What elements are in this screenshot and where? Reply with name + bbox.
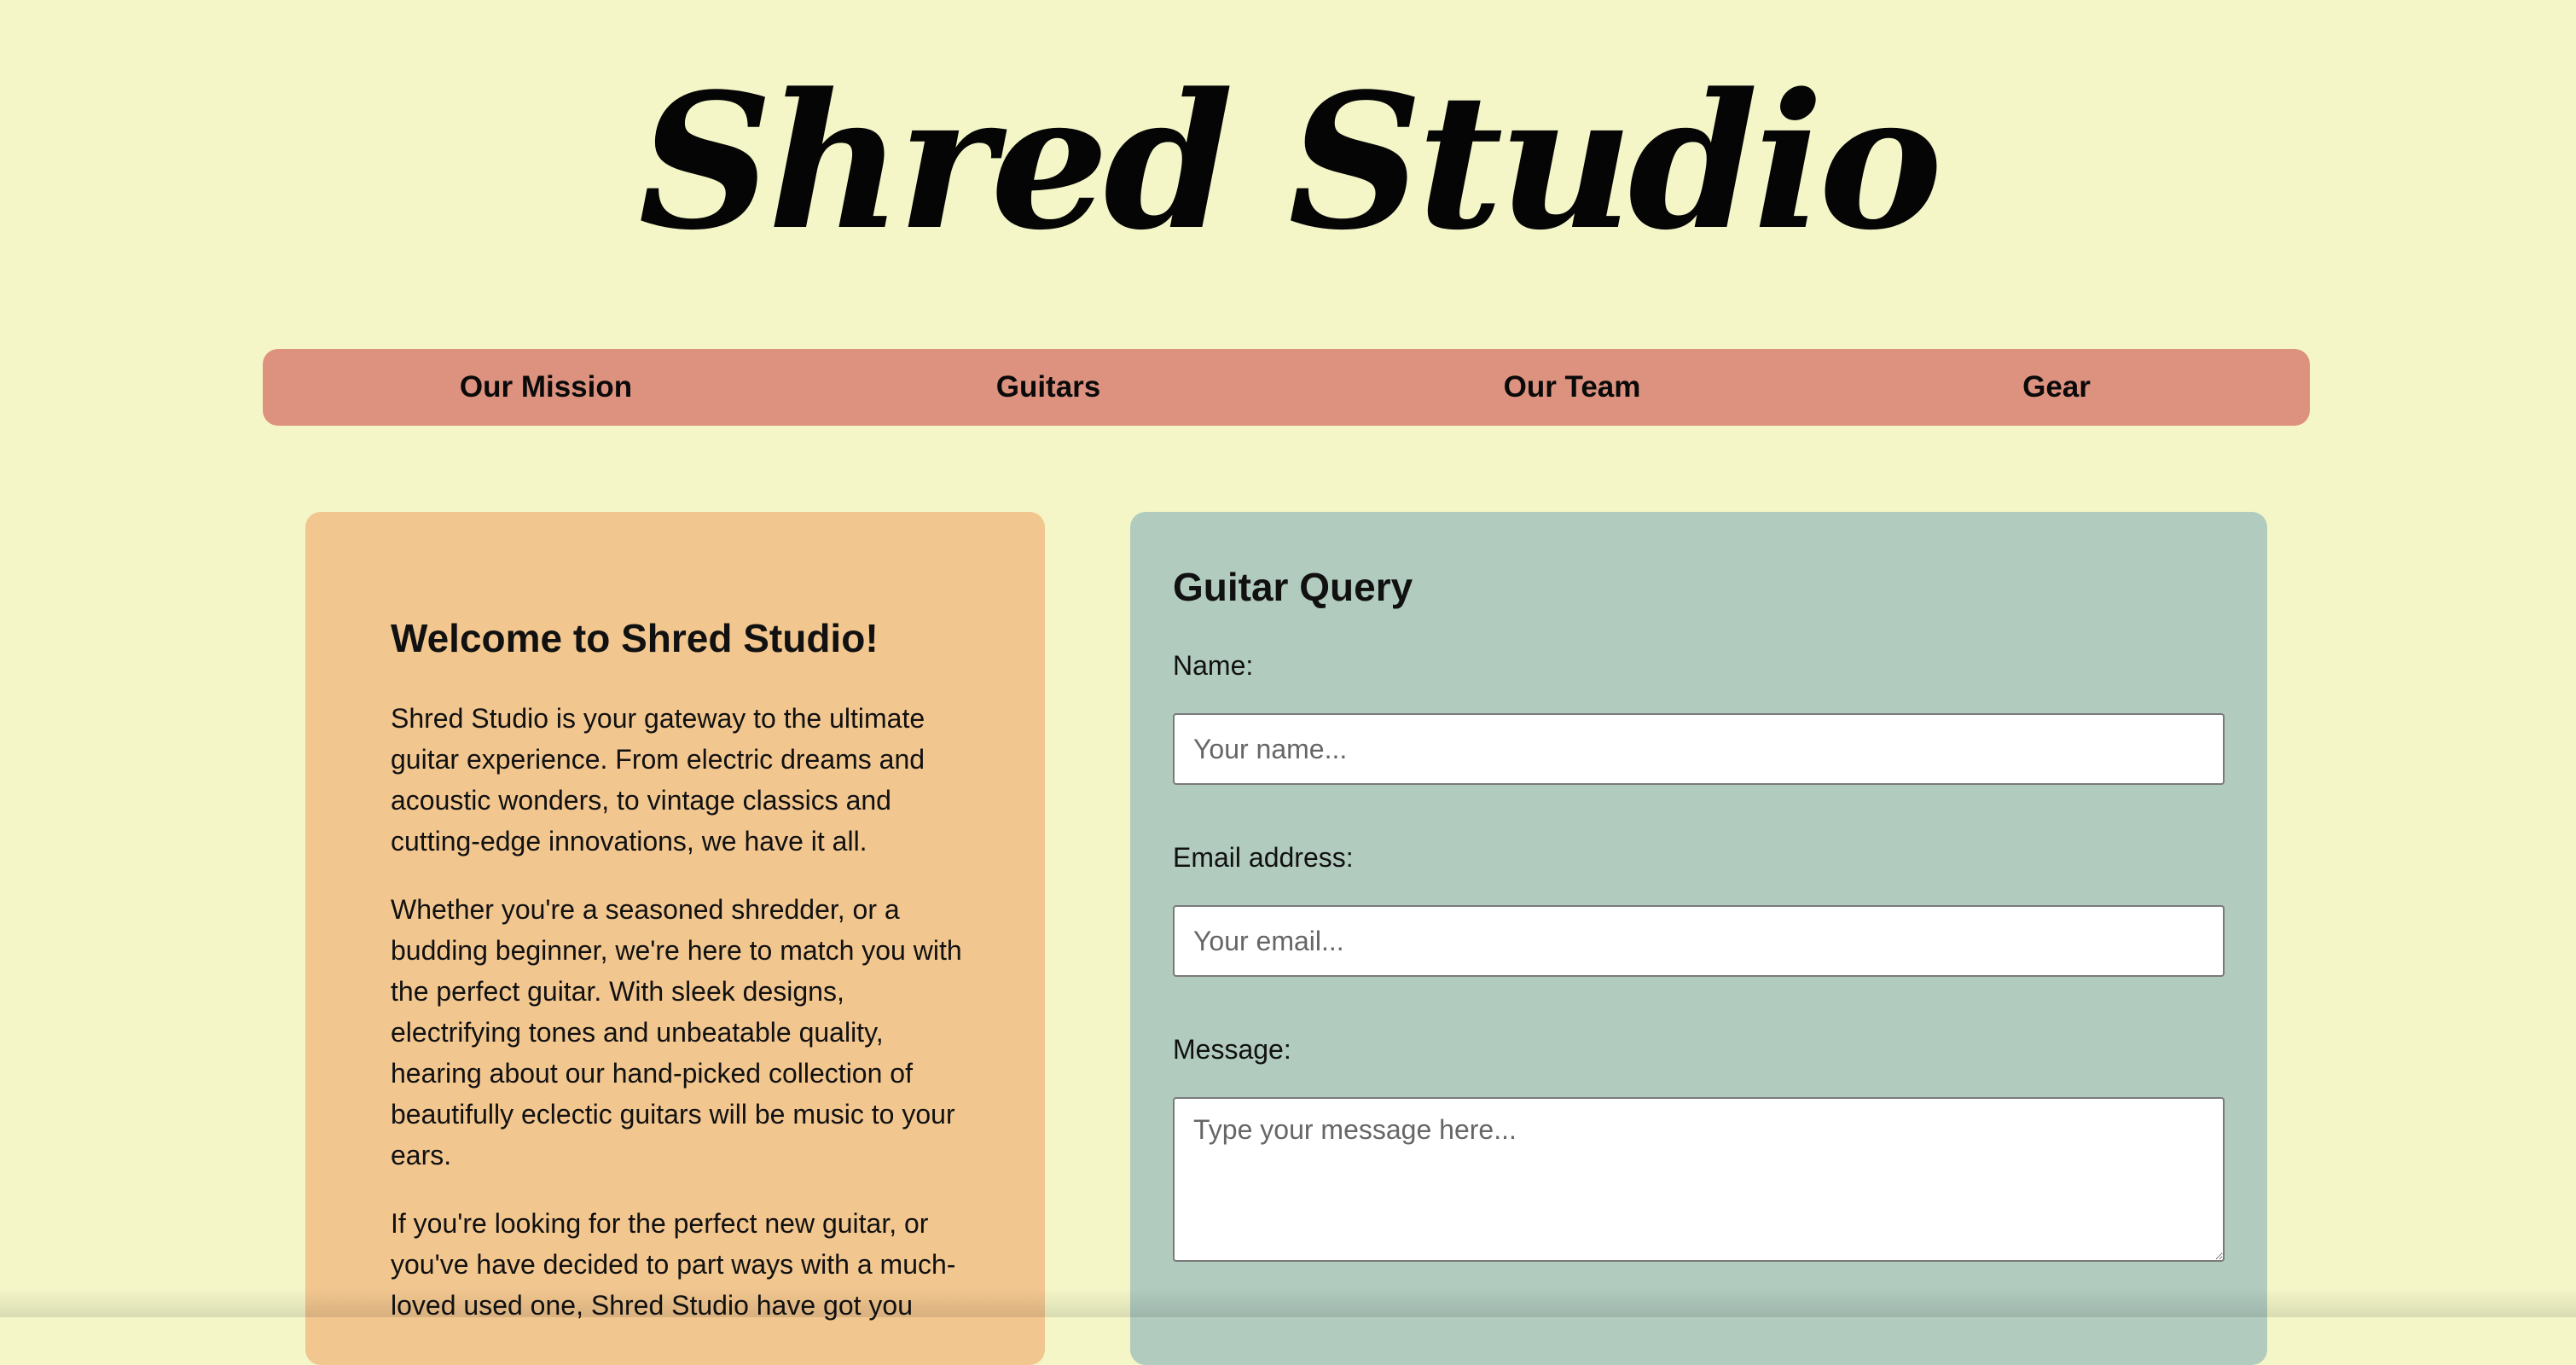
email-input[interactable]: [1173, 905, 2225, 977]
message-label: Message:: [1173, 1034, 1291, 1065]
main-nav: Our Mission Guitars Our Team Gear: [263, 349, 2310, 426]
name-input[interactable]: [1173, 713, 2225, 785]
nav-item-our-team[interactable]: Our Team: [1474, 349, 1670, 426]
name-label: Name:: [1173, 650, 1254, 681]
nav-item-guitars[interactable]: Guitars: [971, 349, 1126, 426]
nav-item-gear[interactable]: Gear: [2003, 349, 2110, 426]
form-title: Guitar Query: [1173, 565, 1413, 609]
welcome-card: Welcome to Shred Studio! Shred Studio is…: [305, 512, 1045, 1365]
site-title: Shred Studio: [638, 53, 1942, 271]
guitar-query-form: Guitar Query Name: Email address: Messag…: [1130, 512, 2267, 1365]
welcome-paragraph-3: If you're looking for the perfect new gu…: [391, 1208, 956, 1321]
welcome-paragraph-1: Shred Studio is your gateway to the ulti…: [391, 703, 925, 857]
nav-item-our-mission[interactable]: Our Mission: [442, 349, 650, 426]
welcome-paragraph-2: Whether you're a seasoned shredder, or a…: [391, 894, 962, 1170]
message-textarea[interactable]: [1173, 1097, 2225, 1262]
email-label: Email address:: [1173, 842, 1354, 873]
welcome-heading: Welcome to Shred Studio!: [391, 616, 879, 660]
